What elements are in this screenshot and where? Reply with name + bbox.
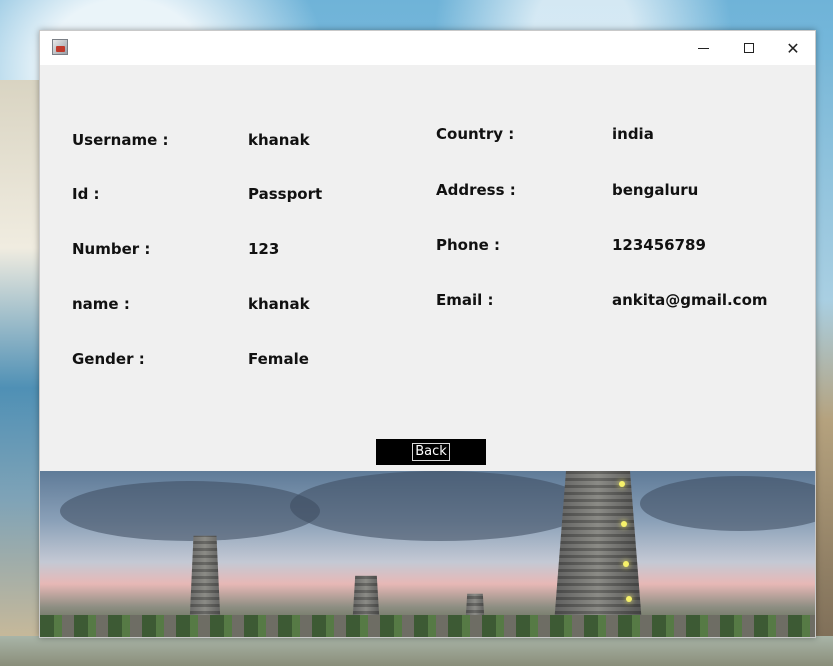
minimize-button[interactable]	[680, 31, 726, 65]
phone-label: Phone :	[436, 236, 501, 254]
back-button[interactable]: Back	[376, 439, 486, 465]
tower-light	[626, 596, 632, 602]
java-app-icon	[52, 39, 68, 55]
maximize-icon	[744, 43, 754, 53]
tower-light	[621, 521, 627, 527]
number-label: Number :	[72, 240, 151, 258]
temple-banner-image	[40, 471, 815, 637]
cloud-shape	[290, 471, 590, 541]
username-label: Username :	[72, 131, 169, 149]
close-icon: ✕	[786, 38, 800, 58]
title-bar[interactable]: ✕	[40, 31, 815, 65]
view-customer-window: ✕ Username : khanak Id : Passport Number…	[39, 30, 816, 638]
id-label: Id :	[72, 185, 100, 203]
city-skyline	[40, 615, 815, 637]
id-value: Passport	[248, 185, 323, 203]
background-left-scenery	[0, 80, 40, 640]
address-value: bengaluru	[612, 181, 699, 199]
name-label: name :	[72, 295, 130, 313]
country-value: india	[612, 125, 654, 143]
country-label: Country :	[436, 125, 515, 143]
maximize-button[interactable]	[726, 31, 772, 65]
tower-light	[623, 561, 629, 567]
cloud-shape	[60, 481, 320, 541]
gender-label: Gender :	[72, 350, 145, 368]
name-value: khanak	[248, 295, 310, 313]
customer-details-panel: Username : khanak Id : Passport Number :…	[40, 65, 815, 470]
username-value: khanak	[248, 131, 310, 149]
tower-light	[619, 481, 625, 487]
email-value: ankita@gmail.com	[612, 291, 768, 309]
background-bottom-scenery	[0, 636, 833, 666]
address-label: Address :	[436, 181, 516, 199]
back-button-label: Back	[412, 443, 450, 461]
gender-value: Female	[248, 350, 309, 368]
close-button[interactable]: ✕	[770, 31, 816, 65]
cloud-shape	[640, 476, 815, 531]
minimize-icon	[697, 47, 709, 49]
email-label: Email :	[436, 291, 494, 309]
number-value: 123	[248, 240, 280, 258]
phone-value: 123456789	[612, 236, 706, 254]
